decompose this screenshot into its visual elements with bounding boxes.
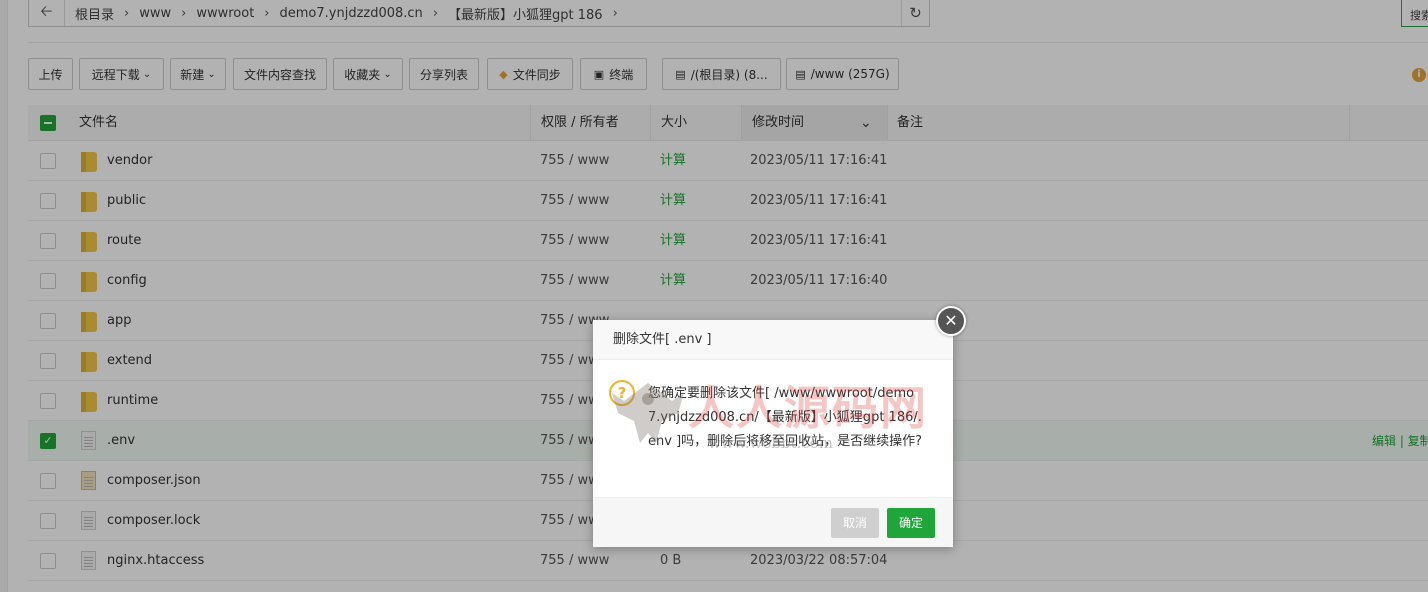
eagle-watermark-logo [612, 383, 684, 443]
confirm-button[interactable]: 确定 [887, 508, 935, 538]
dialog-title: 删除文件[ .env ] [593, 320, 953, 360]
watermark-url: www.wobbt.com [708, 434, 834, 452]
cancel-button[interactable]: 取消 [831, 508, 879, 538]
watermark-text: 人人源码网 [688, 381, 928, 435]
close-icon[interactable]: ✕ [936, 306, 966, 336]
dialog-footer: 取消 确定 [593, 497, 953, 547]
